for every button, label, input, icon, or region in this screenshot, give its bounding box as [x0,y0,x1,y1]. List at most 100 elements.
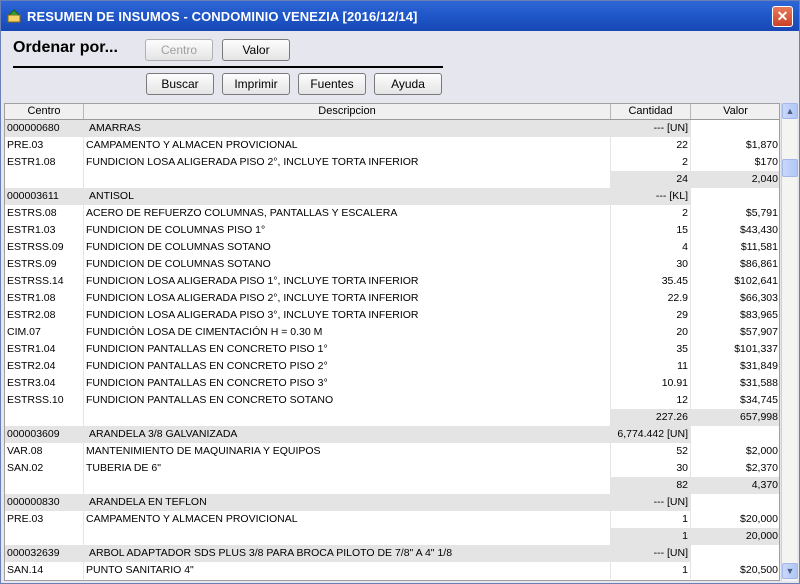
cell-centro: SAN.14 [5,562,84,579]
cell-cantidad: 12 [611,392,691,409]
cell-cantidad: 4 [611,239,691,256]
cell-descripcion: FUNDICION DE COLUMNAS PISO 1° [84,222,611,239]
toolbar: Ordenar por... Centro Valor Buscar Impri… [2,31,798,103]
cell-descripcion: ACERO DE REFUERZO COLUMNAS, PANTALLAS Y … [84,205,611,222]
cell-valor [691,426,779,443]
cell-descripcion: FUNDICION LOSA ALIGERADA PISO 2°, INCLUY… [84,154,611,171]
app-icon [7,9,21,23]
cell-descripcion [84,409,611,426]
group-row[interactable]: 000000680 AMARRAS --- [UN] [5,120,779,137]
cell-cantidad: 22 [611,137,691,154]
cell-centro [5,528,84,545]
table-body: 000000680 AMARRAS --- [UN] PRE.03 CAMPAMENTO… [5,120,779,579]
table-row[interactable]: PRE.03 CAMPAMENTO Y ALMACEN PROVICIONAL 1 $… [5,511,779,528]
ayuda-button[interactable]: Ayuda [374,73,442,95]
table-row[interactable]: ESTR2.04 FUNDICION PANTALLAS EN CONCRETO … [5,358,779,375]
group-row[interactable]: 000003609 ARANDELA 3/8 GALVANIZADA 6,774.4… [5,426,779,443]
close-button[interactable]: ✕ [772,6,793,27]
cell-centro: ESTRSS.10 [5,392,84,409]
cell-cantidad: 24 [611,171,691,188]
column-header-descripcion[interactable]: Descripcion [84,104,611,119]
group-row[interactable]: 000003611 ANTISOL --- [KL] [5,188,779,205]
table-row[interactable]: ESTR1.04 FUNDICION PANTALLAS EN CONCRETO … [5,341,779,358]
group-row[interactable]: 000032639 ARBOL ADAPTADOR SDS PLUS 3/8 PA… [5,545,779,562]
cell-cantidad: 10.91 [611,375,691,392]
buscar-button[interactable]: Buscar [146,73,214,95]
column-header-valor[interactable]: Valor [691,104,779,119]
cell-cantidad: 35.45 [611,273,691,290]
cell-valor: 657,998 [691,409,779,426]
column-header-centro[interactable]: Centro [5,104,84,119]
cell-cantidad: 52 [611,443,691,460]
sort-label: Ordenar por... [13,39,118,56]
insumos-table[interactable]: Centro Descripcion Cantidad Valor 000000… [4,103,780,581]
table-row[interactable]: ESTR2.08 FUNDICION LOSA ALIGERADA PISO 3°… [5,307,779,324]
total-row[interactable]: 1 20,000 [5,528,779,545]
cell-cantidad: --- [KL] [611,188,691,205]
cell-centro: VAR.08 [5,443,84,460]
cell-cantidad: --- [UN] [611,545,691,562]
cell-centro: 000032639 [5,545,84,562]
cell-descripcion [84,528,611,545]
table-row[interactable]: ESTR3.04 FUNDICION PANTALLAS EN CONCRETO … [5,375,779,392]
scroll-thumb[interactable] [782,159,798,177]
scroll-down-button[interactable]: ▼ [782,563,798,579]
sort-centro-button[interactable]: Centro [145,39,213,61]
table-row[interactable]: ESTR1.08 FUNDICION LOSA ALIGERADA PISO 2°… [5,154,779,171]
cell-valor: $86,861 [691,256,779,273]
cell-valor [691,120,779,137]
total-row[interactable]: 24 2,040 [5,171,779,188]
table-row[interactable]: ESTRSS.10 FUNDICION PANTALLAS EN CONCRETO… [5,392,779,409]
cell-descripcion [84,171,611,188]
scroll-up-button[interactable]: ▲ [782,103,798,119]
cell-cantidad: 227.26 [611,409,691,426]
divider [13,66,443,68]
table-row[interactable]: PRE.03 CAMPAMENTO Y ALMACEN PROVICIONAL 22… [5,137,779,154]
table-row[interactable]: ESTRS.08 ACERO DE REFUERZO COLUMNAS, PANT… [5,205,779,222]
cell-valor: $83,965 [691,307,779,324]
column-header-cantidad[interactable]: Cantidad [611,104,691,119]
table-row[interactable]: SAN.14 PUNTO SANITARIO 4" 1 $20,500 [5,562,779,579]
title-bar[interactable]: RESUMEN DE INSUMOS - CONDOMINIO VENEZIA … [1,1,799,31]
cell-centro [5,409,84,426]
table-header: Centro Descripcion Cantidad Valor [5,104,779,120]
cell-centro: ESTRSS.09 [5,239,84,256]
cell-valor: 20,000 [691,528,779,545]
sort-valor-button[interactable]: Valor [222,39,290,61]
total-row[interactable]: 227.26 657,998 [5,409,779,426]
table-row[interactable]: ESTRS.09 FUNDICION DE COLUMNAS SOTANO 30 $8… [5,256,779,273]
imprimir-button[interactable]: Imprimir [222,73,290,95]
cell-centro: PRE.03 [5,137,84,154]
cell-centro: 000000680 [5,120,84,137]
cell-descripcion: FUNDICION LOSA ALIGERADA PISO 2°, INCLUY… [84,290,611,307]
cell-centro [5,477,84,494]
cell-valor: $43,430 [691,222,779,239]
vertical-scrollbar[interactable]: ▲ ▼ [781,103,798,581]
cell-cantidad: 15 [611,222,691,239]
table-row[interactable]: ESTR1.08 FUNDICION LOSA ALIGERADA PISO 2°… [5,290,779,307]
table-row[interactable]: SAN.02 TUBERIA DE 6" 30 $2,370 [5,460,779,477]
cell-centro: ESTR3.04 [5,375,84,392]
table-row[interactable]: VAR.08 MANTENIMIENTO DE MAQUINARIA Y EQUI… [5,443,779,460]
cell-valor: $101,337 [691,341,779,358]
cell-valor: $20,000 [691,511,779,528]
cell-valor: $102,641 [691,273,779,290]
table-row[interactable]: ESTRSS.09 FUNDICION DE COLUMNAS SOTANO 4 $1… [5,239,779,256]
total-row[interactable]: 82 4,370 [5,477,779,494]
cell-valor: $170 [691,154,779,171]
cell-centro: 000003611 [5,188,84,205]
cell-centro: ESTR1.08 [5,290,84,307]
cell-descripcion: MANTENIMIENTO DE MAQUINARIA Y EQUIPOS [84,443,611,460]
fuentes-button[interactable]: Fuentes [298,73,366,95]
table-row[interactable]: ESTR1.03 FUNDICION DE COLUMNAS PISO 1° 15 $… [5,222,779,239]
cell-descripcion: CAMPAMENTO Y ALMACEN PROVICIONAL [84,137,611,154]
cell-descripcion: FUNDICION LOSA ALIGERADA PISO 1°, INCLUY… [84,273,611,290]
cell-descripcion: TUBERIA DE 6" [84,460,611,477]
table-row[interactable]: ESTRSS.14 FUNDICION LOSA ALIGERADA PISO 1… [5,273,779,290]
group-row[interactable]: 000000830 ARANDELA EN TEFLON --- [UN] [5,494,779,511]
cell-centro: ESTR1.03 [5,222,84,239]
cell-centro [5,171,84,188]
cell-valor [691,545,779,562]
cell-descripcion: PUNTO SANITARIO 4" [84,562,611,579]
table-row[interactable]: CIM.07 FUNDICIÓN LOSA DE CIMENTACIÓN H = … [5,324,779,341]
